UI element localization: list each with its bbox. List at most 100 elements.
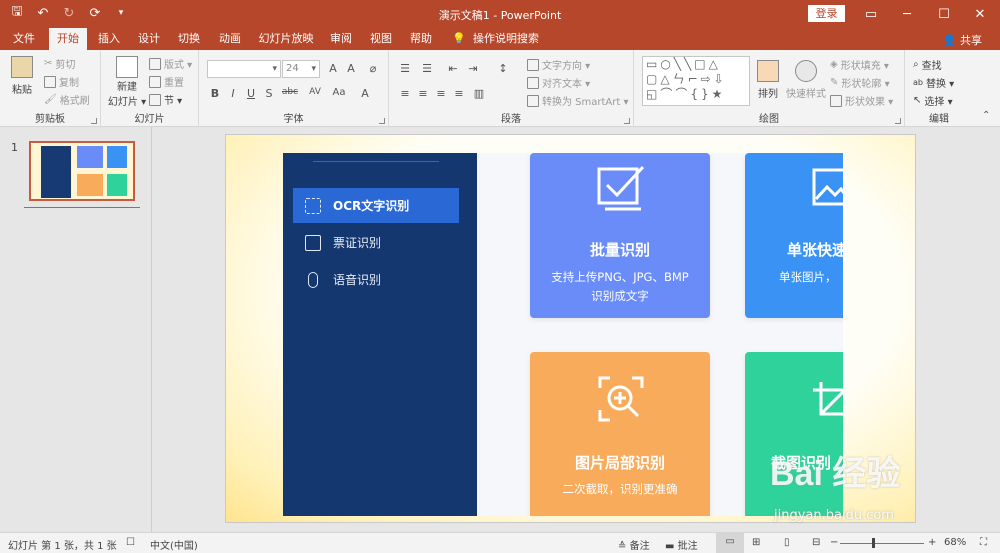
underline-button[interactable]: U — [243, 87, 259, 100]
tab-transitions[interactable]: 切换 — [172, 28, 206, 50]
clipboard-launcher-icon[interactable] — [91, 118, 97, 124]
tab-slideshow[interactable]: 幻灯片放映 — [255, 28, 317, 50]
format-painter-button[interactable]: 🖌 格式刷 — [44, 92, 90, 107]
shadow-button[interactable]: S — [261, 87, 277, 100]
collapse-ribbon-icon[interactable]: ⌃ — [982, 110, 990, 121]
card-desc: 识别成文字 — [591, 289, 649, 303]
find-button[interactable]: ⌕ 查找 — [913, 57, 942, 72]
cut-button[interactable]: ✂ 剪切 — [44, 56, 75, 71]
smartart-button[interactable]: 转换为 SmartArt ▾ — [527, 93, 629, 108]
reading-view-icon[interactable]: ▯ — [784, 537, 790, 548]
quick-styles-button[interactable]: 快速样式 — [786, 60, 826, 100]
align-text-button[interactable]: 对齐文本 ▾ — [527, 75, 590, 90]
select-button[interactable]: ↖ 选择 ▾ — [913, 93, 953, 108]
italic-button[interactable]: I — [225, 87, 241, 100]
shape-fill-button[interactable]: ◈ 形状填充 ▾ — [830, 57, 889, 72]
zoom-out-button[interactable]: − — [830, 537, 838, 548]
character-spacing-button[interactable]: AV — [305, 87, 325, 97]
language-indicator[interactable]: 中文(中国) — [150, 537, 198, 552]
slide-sorter-icon[interactable]: ⊞ — [752, 537, 760, 548]
decrease-indent-icon[interactable]: ⇤ — [445, 62, 461, 75]
align-text-icon — [527, 76, 539, 89]
title-bar: 🖫 ↶ ↻ ⟳ ▾ 演示文稿1 - PowerPoint 登录 ▭ ─ ☐ ✕ — [0, 0, 1000, 28]
editing-group-label: 编辑 — [929, 114, 949, 125]
tab-design[interactable]: 设计 — [132, 28, 166, 50]
font-name-select[interactable] — [207, 60, 281, 78]
paste-label: 粘贴 — [12, 85, 32, 96]
zoom-slider[interactable] — [840, 543, 924, 544]
increase-indent-icon[interactable]: ⇥ — [465, 62, 481, 75]
align-right-icon[interactable]: ≡ — [433, 87, 449, 100]
bold-button[interactable]: B — [207, 87, 223, 100]
login-button[interactable]: 登录 — [808, 5, 845, 22]
cursor-icon: ↖ — [913, 95, 922, 106]
minimize-icon[interactable]: ─ — [889, 0, 925, 28]
app-sidebar: OCR文字识别 票证识别 语音识别 — [283, 153, 477, 516]
columns-icon[interactable]: ▥ — [471, 87, 487, 100]
drawing-group-label: 绘图 — [759, 114, 779, 125]
zoom-percent[interactable]: 68% — [944, 537, 966, 548]
copy-button[interactable]: 复制 — [44, 74, 79, 89]
ribbon-display-options-icon[interactable]: ▭ — [853, 0, 889, 28]
layout-button[interactable]: 版式 ▾ — [149, 56, 192, 71]
tab-home[interactable]: 开始 — [49, 28, 87, 50]
section-button[interactable]: 节 ▾ — [149, 92, 182, 107]
font-launcher-icon[interactable] — [379, 118, 385, 124]
share-button[interactable]: 👤 共享 — [943, 32, 982, 48]
text-direction-button[interactable]: 文字方向 ▾ — [527, 57, 590, 72]
tab-file[interactable]: 文件 — [6, 28, 42, 50]
line-spacing-icon[interactable]: ↕ — [495, 62, 511, 75]
ocr-scan-icon — [305, 197, 321, 214]
grow-font-icon[interactable]: A — [325, 62, 341, 75]
menu-item-ocr: OCR文字识别 — [293, 188, 459, 223]
maximize-icon[interactable]: ☐ — [926, 0, 962, 28]
strikethrough-button[interactable]: abc — [279, 87, 301, 97]
arrange-button[interactable]: 排列 — [754, 60, 782, 100]
shrink-font-icon[interactable]: A — [343, 62, 359, 75]
slideshow-icon[interactable]: ⊟ — [812, 537, 820, 548]
new-slide-label: 新建 — [117, 82, 137, 93]
clear-formatting-icon[interactable]: ⌀ — [365, 62, 381, 75]
justify-icon[interactable]: ≡ — [451, 87, 467, 100]
shape-outline-button[interactable]: ✎ 形状轮廓 ▾ — [830, 75, 890, 90]
paste-button[interactable]: 粘贴 — [8, 56, 36, 96]
normal-view-icon[interactable]: ▭ — [716, 533, 744, 553]
align-left-icon[interactable]: ≡ — [397, 87, 413, 100]
slide-thumbnail[interactable] — [29, 141, 135, 201]
numbering-icon[interactable]: ☰ — [419, 62, 435, 75]
tab-insert[interactable]: 插入 — [92, 28, 126, 50]
tell-me-search[interactable]: 操作说明搜索 — [470, 28, 542, 50]
spelling-check-icon[interactable]: ☐ — [126, 537, 135, 548]
zoom-slider-thumb[interactable] — [872, 538, 875, 548]
share-label: 共享 — [960, 34, 982, 47]
tab-help[interactable]: 帮助 — [404, 28, 438, 50]
slides-group-label: 幻灯片 — [134, 114, 165, 125]
tab-animations[interactable]: 动画 — [213, 28, 247, 50]
zoom-in-button[interactable]: + — [928, 537, 936, 548]
bullets-icon[interactable]: ☰ — [397, 62, 413, 75]
font-size-select[interactable]: 24 — [282, 60, 320, 78]
comments-button[interactable]: ▬ 批注 — [665, 537, 698, 552]
reset-button[interactable]: 重置 — [149, 74, 184, 89]
tab-view[interactable]: 视图 — [364, 28, 398, 50]
shapes-gallery[interactable]: ▭○╲╲□△ ▢△ㄣ⌐⇨⇩ ◱⌒⌒{}★ — [642, 56, 750, 106]
fit-to-window-icon[interactable]: ⛶ — [980, 537, 987, 548]
replace-button[interactable]: ab 替换 ▾ — [913, 75, 954, 90]
replace-icon: ab — [913, 78, 923, 87]
font-group: 24 A A ⌀ B I U S abc AV Aa A 字体 — [199, 50, 389, 127]
font-color-button[interactable]: A — [357, 87, 373, 100]
close-icon[interactable]: ✕ — [962, 0, 998, 28]
arrange-label: 排列 — [758, 89, 778, 100]
tab-review[interactable]: 审阅 — [324, 28, 358, 50]
screenshot-image[interactable]: OCR文字识别 票证识别 语音识别 批量识别 支持上传PNG、JPG、BMP 识… — [283, 153, 843, 516]
thumbnail-card — [107, 146, 127, 168]
change-case-button[interactable]: Aa — [329, 87, 349, 98]
drawing-launcher-icon[interactable] — [895, 118, 901, 124]
ticket-icon — [305, 234, 321, 251]
shape-effects-button[interactable]: 形状效果 ▾ — [830, 93, 893, 108]
notes-button[interactable]: ≙ 备注 — [618, 537, 650, 552]
paragraph-launcher-icon[interactable] — [624, 118, 630, 124]
ribbon: 粘贴 ✂ 剪切 复制 🖌 格式刷 剪贴板 新建 幻灯片 ▾ 版式 ▾ 重置 节 ▾ … — [0, 50, 1000, 127]
new-slide-button[interactable]: 新建 幻灯片 ▾ — [107, 56, 147, 108]
align-center-icon[interactable]: ≡ — [415, 87, 431, 100]
